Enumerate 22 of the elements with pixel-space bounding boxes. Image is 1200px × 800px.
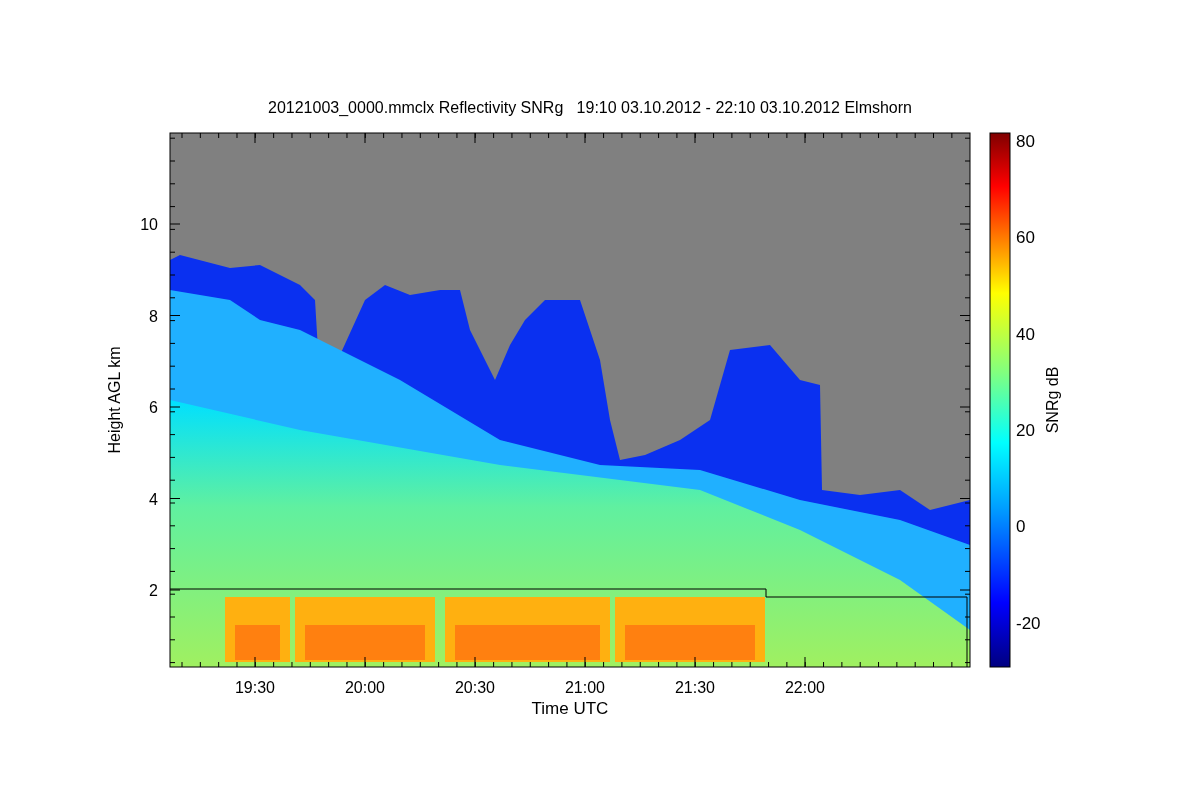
- colorbar-tick-label: 60: [1016, 228, 1035, 248]
- y-tick-label: 2: [149, 582, 158, 599]
- x-axis-label: Time UTC: [531, 699, 609, 718]
- rain-echo-block: [225, 597, 290, 662]
- y-tick-label: 10: [140, 216, 158, 233]
- colorbar-tick-label: 0: [1016, 517, 1026, 537]
- colorbar-tick-label: 40: [1016, 324, 1035, 344]
- y-tick-label: 6: [149, 399, 158, 416]
- colorbar-tick-label: -20: [1016, 613, 1041, 633]
- x-tick-label: 20:30: [455, 679, 495, 696]
- y-tick-label: 4: [149, 490, 158, 508]
- colorbar-tick-label: 80: [1016, 132, 1035, 151]
- colorbar-tick-label: 20: [1016, 420, 1035, 440]
- chart-title: 20121003_0000.mmclx Reflectivity SNRg 19:10 03.10.2012 - 22:10 03.10.2012 Elmshorn: [268, 99, 912, 116]
- x-tick-label: 21:00: [565, 679, 605, 696]
- x-tick-label: 19:30: [235, 679, 275, 696]
- x-tick-label: 20:00: [345, 679, 385, 696]
- y-axis-label: Height AGL km: [106, 346, 123, 454]
- x-tick-label: 21:30: [675, 679, 715, 696]
- y-tick-label: 8: [149, 307, 158, 325]
- colorbar-label: SNRg dB: [1044, 366, 1061, 434]
- x-tick-label: 22:00: [785, 679, 825, 696]
